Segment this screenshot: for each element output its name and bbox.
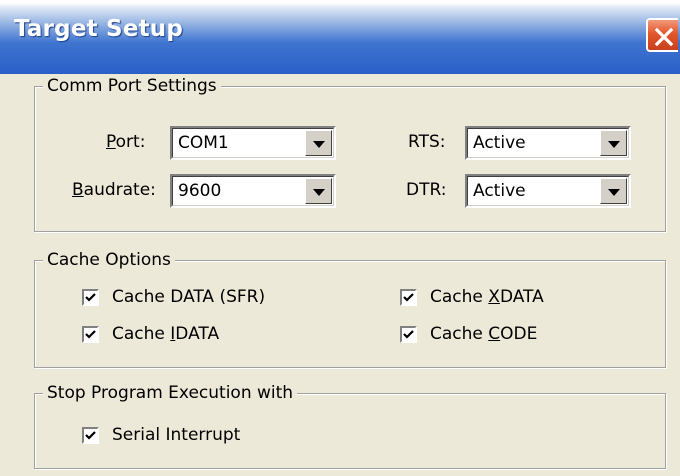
checkbox-box[interactable] (82, 326, 99, 343)
rts-select[interactable]: Active (465, 126, 631, 160)
comm-port-settings-legend: Comm Port Settings (43, 75, 221, 97)
checkmark-icon (403, 330, 414, 339)
port-label: Port: (106, 132, 146, 152)
baudrate-select-value: 9600 (178, 181, 222, 201)
checkbox-box[interactable] (400, 289, 417, 306)
rts-label: RTS: (408, 132, 446, 152)
cache-options-group: Cache Options (34, 249, 666, 368)
dtr-select[interactable]: Active (465, 174, 631, 208)
cache-options-legend: Cache Options (43, 249, 175, 271)
serial-interrupt-label: Serial Interrupt (112, 425, 241, 445)
chevron-down-icon[interactable] (305, 130, 332, 156)
dtr-label: DTR: (406, 180, 447, 200)
chevron-down-icon[interactable] (600, 130, 627, 156)
dtr-select-value: Active (473, 181, 526, 201)
stop-program-legend: Stop Program Execution with (43, 382, 298, 404)
checkmark-icon (85, 431, 96, 440)
window-title: Target Setup (14, 16, 184, 42)
chevron-down-icon[interactable] (305, 178, 332, 204)
checkmark-icon (85, 293, 96, 302)
chevron-down-icon[interactable] (600, 178, 627, 204)
title-bar[interactable]: Target Setup (0, 0, 680, 74)
baudrate-select[interactable]: 9600 (170, 174, 336, 208)
cache-data-sfr-label: Cache DATA (SFR) (112, 287, 266, 307)
checkmark-icon (85, 330, 96, 339)
port-select[interactable]: COM1 (170, 126, 336, 160)
close-button[interactable] (646, 18, 678, 52)
port-select-value: COM1 (178, 133, 229, 153)
close-x-icon (654, 27, 674, 47)
cache-xdata-label: Cache XDATA (430, 287, 544, 307)
rts-select-value: Active (473, 133, 526, 153)
checkbox-box[interactable] (82, 427, 99, 444)
cache-idata-label: Cache IDATA (112, 324, 220, 344)
baudrate-label: Baudrate: (72, 180, 156, 200)
cache-code-label: Cache CODE (430, 324, 538, 344)
checkmark-icon (403, 293, 414, 302)
checkbox-box[interactable] (82, 289, 99, 306)
checkbox-box[interactable] (400, 326, 417, 343)
